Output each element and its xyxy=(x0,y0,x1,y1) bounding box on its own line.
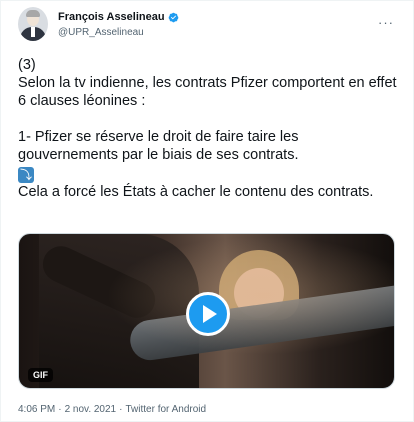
name-row: François Asselineau xyxy=(58,11,179,23)
avatar-hair xyxy=(26,10,40,17)
more-options-icon[interactable]: ··· xyxy=(378,15,394,30)
avatar-shirt xyxy=(31,27,35,37)
author-display-name[interactable]: François Asselineau xyxy=(58,11,165,23)
play-icon xyxy=(203,305,217,323)
play-button[interactable] xyxy=(186,292,230,336)
tweet-time[interactable]: 4:06 PM xyxy=(18,404,55,415)
tweet-line: (3) xyxy=(18,57,36,73)
tweet-line: 1- Pfizer se réserve le droit de faire t… xyxy=(18,129,299,163)
author-handle[interactable]: @UPR_Asselineau xyxy=(58,27,144,38)
tweet-header: François Asselineau @UPR_Asselineau ··· xyxy=(18,7,398,47)
tweet-line: Cela a forcé les États à cacher le conte… xyxy=(18,184,374,200)
gif-badge: GIF xyxy=(28,368,53,382)
tweet-meta: 4:06 PM · 2 nov. 2021 · Twitter for Android xyxy=(18,404,206,415)
tweet-line: Selon la tv indienne, les contrats Pfize… xyxy=(18,75,397,109)
tweet-date[interactable]: 2 nov. 2021 xyxy=(65,404,117,415)
gif-media[interactable]: GIF xyxy=(18,233,395,389)
meta-separator: · xyxy=(58,404,62,415)
verified-badge-icon xyxy=(168,12,178,22)
tweet-text: (3) Selon la tv indienne, les contrats P… xyxy=(18,56,398,201)
meta-separator: · xyxy=(119,404,123,415)
arrow-down-emoji-icon: ⤵ xyxy=(18,167,34,183)
tweet-source[interactable]: Twitter for Android xyxy=(125,404,206,415)
avatar[interactable] xyxy=(18,7,48,41)
tweet-card: François Asselineau @UPR_Asselineau ··· … xyxy=(0,0,414,422)
